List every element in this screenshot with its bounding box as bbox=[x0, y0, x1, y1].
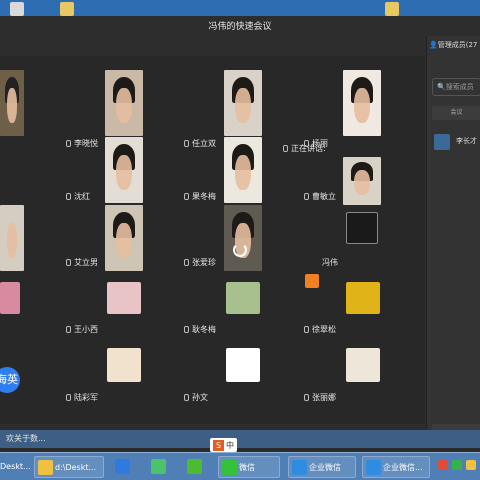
taskbar-item-label: d:\Deskt... bbox=[55, 463, 97, 472]
participant-avatar[interactable] bbox=[226, 348, 260, 382]
member-count: 管理成员(27 bbox=[437, 41, 478, 49]
participant-name: 张丽娜 bbox=[312, 393, 336, 402]
member-name: 李长才 bbox=[456, 137, 477, 145]
speaking-indicator: 正在讲话: bbox=[283, 143, 326, 154]
folder-icon[interactable] bbox=[60, 2, 74, 16]
participant-avatar[interactable] bbox=[107, 348, 141, 382]
participant-name: 张爱珍 bbox=[192, 258, 216, 267]
taskbar-item-label: 微信 bbox=[239, 463, 255, 472]
taskbar-item[interactable]: d:\Deskt... bbox=[34, 456, 104, 478]
taskbar-item[interactable]: Deskt... bbox=[0, 456, 30, 478]
taskbar-item-label: Deskt... bbox=[0, 462, 30, 471]
mic-icon bbox=[66, 259, 71, 266]
member-panel: 👤管理成员(27 🔍搜索成员 会议 李长才 bbox=[426, 36, 480, 442]
meeting-window: 冯伟的快速会议 李晓悦 任立双 杨丽 沈红 果冬梅 正在讲话: 曹敏立 艾立男 … bbox=[0, 16, 480, 442]
participant-avatar[interactable] bbox=[107, 282, 141, 314]
folder-icon bbox=[38, 460, 53, 475]
participant-avatar[interactable] bbox=[346, 348, 380, 382]
tray-icon[interactable] bbox=[438, 460, 448, 470]
loading-icon bbox=[233, 243, 247, 257]
member-panel-header[interactable]: 👤管理成员(27 bbox=[429, 40, 480, 50]
mic-icon bbox=[184, 140, 189, 147]
participant-name: 陆彩军 bbox=[74, 393, 98, 402]
screen: 冯伟的快速会议 李晓悦 任立双 杨丽 沈红 果冬梅 正在讲话: 曹敏立 艾立男 … bbox=[0, 0, 480, 480]
person-icon: 👤 bbox=[429, 41, 438, 49]
speaker-icon bbox=[283, 145, 288, 152]
participant-name: 曹敏立 bbox=[312, 192, 336, 201]
taskbar-app[interactable] bbox=[184, 456, 208, 478]
wecom-icon bbox=[366, 460, 381, 475]
member-list-item[interactable]: 李长才 bbox=[432, 132, 480, 152]
tray-icon[interactable] bbox=[466, 460, 476, 470]
member-search-input[interactable]: 🔍搜索成员 bbox=[432, 78, 480, 96]
participant-name: 冯伟 bbox=[322, 258, 338, 267]
window-title: 冯伟的快速会议 bbox=[208, 22, 272, 32]
mic-icon bbox=[304, 394, 309, 401]
desktop-icon[interactable] bbox=[10, 2, 24, 16]
sogou-icon: S bbox=[213, 439, 224, 451]
taskbar-app[interactable] bbox=[112, 456, 136, 478]
participant-name: 孙文 bbox=[192, 393, 208, 402]
tray-icon[interactable] bbox=[452, 460, 462, 470]
taskbar-item-label: 企业微信... bbox=[383, 463, 423, 472]
mic-icon bbox=[66, 193, 71, 200]
taskbar-item[interactable]: 微信 bbox=[218, 456, 280, 478]
status-strip: 欢关于数... bbox=[0, 430, 480, 448]
participant-name: 李晓悦 bbox=[74, 139, 98, 148]
participant-name: 徐翠松 bbox=[312, 325, 336, 334]
participant-name: 果冬梅 bbox=[192, 192, 216, 201]
participant-avatar[interactable] bbox=[346, 212, 378, 244]
system-tray bbox=[438, 460, 476, 474]
taskbar-item-label: 企业微信 bbox=[309, 463, 341, 472]
participant-name: 任立双 bbox=[192, 139, 216, 148]
mic-icon bbox=[184, 326, 189, 333]
mic-icon bbox=[184, 259, 189, 266]
wecom-icon bbox=[292, 460, 307, 475]
participant-name: 沈红 bbox=[74, 192, 90, 201]
taskbar-item[interactable]: 企业微信 bbox=[288, 456, 356, 478]
member-section-header[interactable]: 会议 bbox=[432, 106, 480, 120]
mic-icon bbox=[184, 193, 189, 200]
mic-icon bbox=[66, 140, 71, 147]
mic-icon bbox=[66, 326, 71, 333]
wechat-icon bbox=[222, 460, 237, 475]
app-icon bbox=[115, 459, 130, 474]
participant-avatar[interactable] bbox=[0, 282, 20, 314]
search-placeholder: 搜索成员 bbox=[445, 83, 474, 91]
speaking-label: 正在讲话: bbox=[291, 144, 326, 153]
status-text: 欢关于数... bbox=[6, 434, 46, 443]
participant-name: 艾立男 bbox=[74, 258, 98, 267]
mic-icon bbox=[304, 193, 309, 200]
taskbar-app[interactable] bbox=[148, 456, 172, 478]
video-app-icon bbox=[151, 459, 166, 474]
member-avatar bbox=[434, 134, 450, 150]
download-icon[interactable] bbox=[305, 274, 319, 288]
ime-mode-label: 中 bbox=[226, 440, 234, 450]
mic-icon bbox=[184, 394, 189, 401]
taskbar-item[interactable]: 企业微信... bbox=[362, 456, 430, 478]
participant-name: 王小西 bbox=[74, 325, 98, 334]
search-icon: 🔍 bbox=[437, 83, 446, 91]
ime-toolbar[interactable]: S 中 bbox=[210, 438, 237, 452]
mic-icon bbox=[304, 326, 309, 333]
participant-name: 耿冬梅 bbox=[192, 325, 216, 334]
participant-avatar[interactable] bbox=[346, 282, 380, 314]
mic-icon bbox=[66, 394, 71, 401]
participant-avatar[interactable] bbox=[226, 282, 260, 314]
taskbar: Deskt... d:\Deskt... 微信 企业微信 企业微信... bbox=[0, 452, 480, 480]
app-icon bbox=[187, 459, 202, 474]
folder-icon[interactable] bbox=[385, 2, 399, 16]
